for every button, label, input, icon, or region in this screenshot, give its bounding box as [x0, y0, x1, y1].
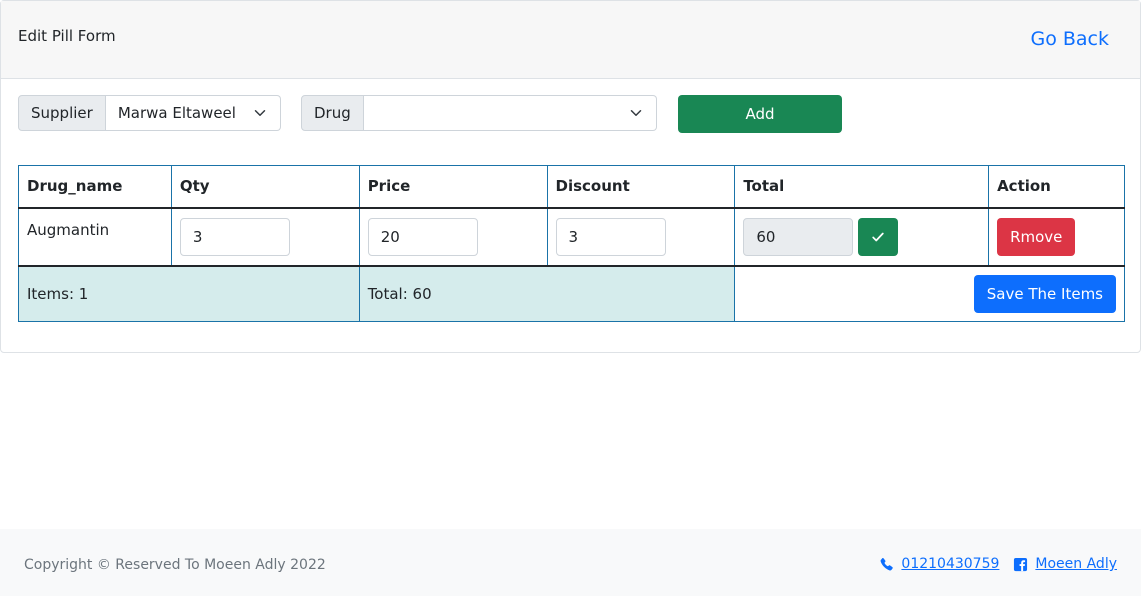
column-header-price: Price	[358, 165, 548, 209]
card-header: Edit Pill Form Go Back	[1, 1, 1140, 79]
chevron-down-icon	[254, 110, 266, 116]
drug-group: Drug	[301, 95, 657, 131]
go-back-link[interactable]: Go Back	[1030, 28, 1109, 50]
column-header-discount: Discount	[546, 165, 736, 209]
confirm-button[interactable]	[858, 217, 899, 256]
remove-button[interactable]: Rmove	[997, 217, 1076, 256]
discount-input[interactable]	[555, 217, 666, 256]
page-title: Edit Pill Form	[18, 27, 116, 45]
supplier-group: Supplier Marwa Eltaweel	[18, 95, 281, 131]
check-icon	[872, 232, 884, 241]
add-button[interactable]: Add	[678, 95, 842, 133]
save-items-button[interactable]: Save The Items	[973, 274, 1116, 313]
table-row: Augmantin 3 20 3 60 Rmove	[18, 207, 1125, 267]
column-header-qty: Qty	[170, 165, 360, 209]
action-cell: Rmove	[988, 207, 1125, 267]
drug-name-cell: Augmantin	[18, 207, 172, 267]
save-cell: Save The Items	[734, 265, 1125, 322]
facebook-icon	[1014, 557, 1028, 571]
chevron-down-icon	[630, 110, 641, 116]
price-input[interactable]	[367, 217, 478, 256]
contact-links: 01210430759 Moeen Adly	[879, 556, 1117, 572]
supplier-label: Supplier	[18, 95, 106, 131]
discount-cell	[546, 207, 736, 267]
supplier-select-value: Marwa Eltaweel	[117, 104, 236, 122]
phone-link[interactable]: 01210430759	[901, 556, 999, 572]
total-wrap	[743, 217, 980, 256]
phone-icon	[880, 557, 894, 570]
drug-label: Drug	[301, 95, 364, 131]
column-header-drug-name: Drug_name	[18, 165, 172, 209]
grand-total: Total: 60	[358, 265, 736, 322]
price-cell	[358, 207, 548, 267]
total-input	[743, 217, 854, 256]
table-footer-row: Items: 1 Total: 60 Save The Items	[18, 265, 1125, 322]
items-table: Drug_name Qty Price Discount Total Actio…	[18, 165, 1125, 322]
copyright-text: Copyright © Reserved To Moeen Adly 2022	[24, 557, 326, 573]
column-header-action: Action	[988, 165, 1125, 209]
qty-cell	[170, 207, 360, 267]
page-footer: Copyright © Reserved To Moeen Adly 2022 …	[0, 529, 1141, 596]
facebook-link[interactable]: Moeen Adly	[1035, 556, 1117, 572]
items-count: Items: 1	[18, 265, 360, 322]
qty-input[interactable]	[179, 217, 290, 256]
pill-form-card: Edit Pill Form Go Back Supplier Marwa El…	[0, 0, 1141, 353]
column-header-total: Total	[734, 165, 990, 209]
drug-select[interactable]	[363, 95, 657, 131]
supplier-select[interactable]: Marwa Eltaweel	[105, 95, 281, 131]
total-cell	[734, 207, 990, 267]
table-header-row: Drug_name Qty Price Discount Total Actio…	[18, 165, 1125, 209]
